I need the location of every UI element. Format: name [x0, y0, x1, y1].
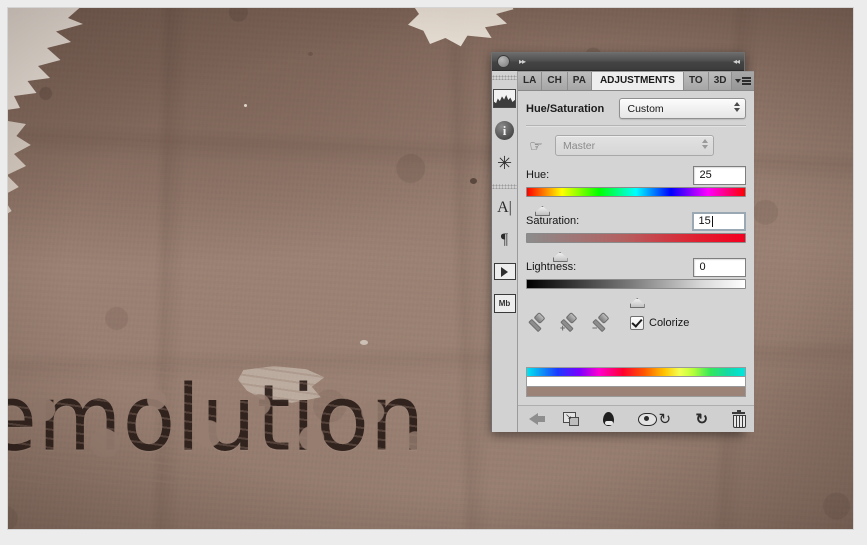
measurement-log-icon[interactable]: Mb — [493, 292, 516, 315]
return-to-adjustment-list-button[interactable] — [526, 408, 546, 430]
saturation-slider-track[interactable] — [526, 233, 747, 243]
hue-input[interactable]: 25 — [693, 165, 747, 185]
measurement-log-icon-glyph: Mb — [493, 294, 516, 313]
rail-grip[interactable] — [492, 75, 517, 80]
lightness-slider-track[interactable] — [526, 279, 747, 289]
channel-row: ☞ Master — [518, 127, 754, 162]
eyedropper-subtract-sign: − — [592, 323, 598, 333]
histogram-icon[interactable] — [493, 87, 516, 110]
toggle-visibility-button[interactable] — [638, 408, 658, 430]
spectrum-bar-result — [526, 386, 747, 397]
tab-adjustments[interactable]: ADJUSTMENTS — [591, 72, 684, 90]
on-image-adjust-icon[interactable]: ☞ — [526, 136, 546, 156]
expand-icon[interactable]: ▸▸ — [519, 57, 526, 66]
rail-grip-secondary[interactable] — [492, 184, 517, 189]
page-title: Hue/Saturation — [526, 102, 605, 115]
character-icon-glyph: A| — [497, 198, 512, 216]
adjustments-panel[interactable]: ▸▸ ◂◂ i ✳ A| ¶ Mb LA CH PA ADJUSTMENTS T… — [491, 52, 755, 432]
tab-channels[interactable]: CH — [542, 72, 568, 90]
channel-select-value: Master — [563, 139, 596, 152]
colorize-checkbox[interactable] — [630, 316, 644, 330]
preset-select-value: Custom — [627, 102, 664, 115]
chevron-updown-icon — [734, 102, 741, 112]
rail-group-secondary: A| ¶ Mb — [492, 194, 517, 323]
hue-slider-track[interactable] — [526, 187, 747, 197]
channel-select[interactable]: Master — [555, 135, 714, 156]
animation-icon[interactable] — [493, 260, 516, 283]
saturation-slider-thumb[interactable] — [552, 252, 568, 262]
chevron-updown-icon — [702, 139, 708, 149]
spectrum-bars — [526, 367, 747, 397]
view-previous-state-button[interactable]: ↻ — [657, 408, 672, 430]
saturation-label: Saturation: — [526, 215, 580, 227]
info-icon-label: i — [495, 121, 514, 140]
delete-button[interactable] — [731, 408, 747, 430]
character-icon[interactable]: A| — [493, 196, 516, 219]
saturation-slider-block: Saturation: 15 — [518, 208, 754, 262]
preset-select[interactable]: Custom — [619, 98, 747, 119]
navigator-icon-glyph: ✳ — [496, 152, 513, 173]
lightness-input[interactable]: 0 — [693, 257, 747, 277]
spectrum-bar-white — [526, 376, 747, 386]
paragraph-icon-glyph: ¶ — [500, 230, 509, 248]
tab-tool-presets[interactable]: TO — [683, 72, 709, 90]
eyedropper-add-icon[interactable]: + — [560, 311, 578, 333]
paragraph-icon[interactable]: ¶ — [493, 228, 516, 251]
tab-paths[interactable]: PA — [567, 72, 592, 90]
eyedropper-add-sign: + — [560, 323, 566, 333]
reset-button[interactable]: ↻ — [694, 408, 709, 430]
saturation-input-value: 15 — [698, 215, 711, 227]
hue-input-value: 25 — [699, 169, 712, 181]
saturation-input[interactable]: 15 — [692, 211, 747, 231]
navigator-icon[interactable]: ✳ — [493, 151, 516, 174]
text-caret — [711, 215, 713, 227]
info-icon[interactable]: i — [493, 119, 516, 142]
collapse-icon[interactable]: ◂◂ — [733, 57, 740, 66]
spectrum-bar-source — [526, 367, 747, 376]
eyedropper-subtract-icon[interactable]: − — [592, 311, 610, 333]
adjustments-content: Hue/Saturation Custom ☞ Master Hue: 25 S… — [518, 91, 755, 432]
tab-3d[interactable]: 3D — [708, 72, 733, 90]
close-icon[interactable] — [497, 55, 510, 68]
clip-to-layer-button[interactable]: ↘ — [563, 408, 580, 430]
tab-layers[interactable]: LA — [518, 72, 543, 90]
panel-icon-rail: i ✳ A| ¶ Mb — [492, 71, 518, 432]
adjustment-header-row: Hue/Saturation Custom — [518, 91, 754, 125]
lightness-slider-thumb[interactable] — [629, 298, 645, 308]
colorize-checkbox-group[interactable]: Colorize — [630, 316, 689, 330]
rail-group-primary: i ✳ — [492, 85, 517, 182]
panel-tab-strip: LA CH PA ADJUSTMENTS TO 3D — [518, 71, 755, 91]
lightness-input-value: 0 — [699, 261, 706, 273]
lightness-label: Lightness: — [526, 261, 577, 273]
panel-titlebar[interactable]: ▸▸ ◂◂ — [492, 53, 744, 71]
hue-label: Hue: — [526, 169, 550, 181]
eyedropper-icon[interactable] — [528, 311, 546, 333]
colorize-label: Colorize — [649, 317, 690, 329]
toggle-mask-button[interactable] — [601, 408, 616, 430]
panel-menu-icon[interactable] — [732, 72, 755, 90]
hue-slider-block: Hue: 25 — [518, 162, 754, 216]
hue-slider-thumb[interactable] — [534, 206, 550, 216]
panel-footer-toolbar: ↘ ↻ ↻ — [518, 405, 755, 432]
